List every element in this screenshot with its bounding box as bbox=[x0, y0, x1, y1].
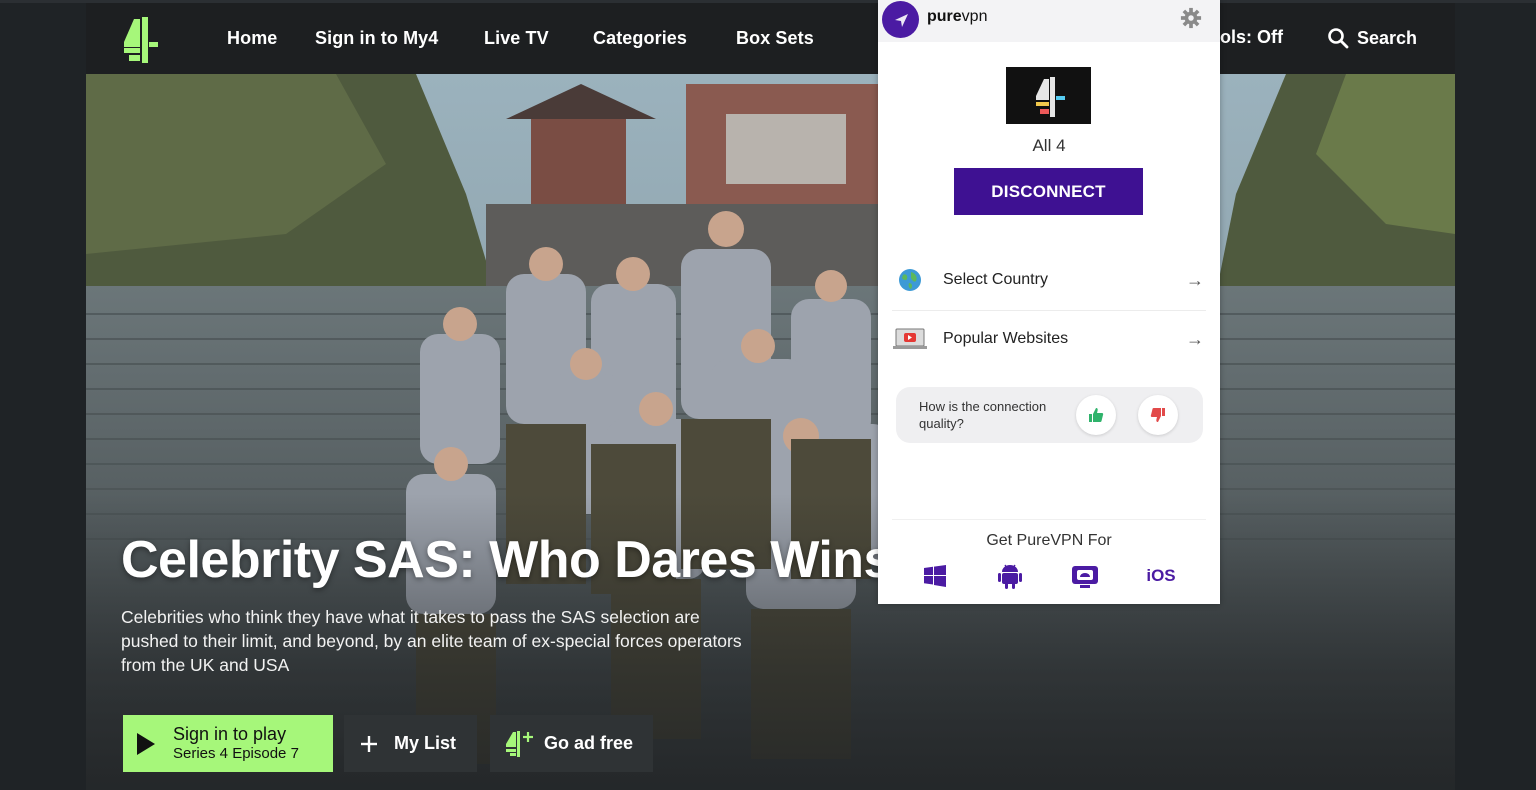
disconnect-button[interactable]: DISCONNECT bbox=[954, 168, 1143, 215]
channel4-plus-icon bbox=[506, 730, 533, 757]
windows-download-button[interactable] bbox=[923, 562, 947, 590]
nav-home[interactable]: Home bbox=[227, 28, 277, 49]
episode-label: Series 4 Episode 7 bbox=[173, 744, 299, 762]
quality-question: How is the connection quality? bbox=[919, 399, 1047, 431]
arrow-right-icon: → bbox=[1186, 269, 1204, 290]
android-icon bbox=[998, 564, 1022, 589]
purevpn-header: purevpn bbox=[878, 0, 1220, 42]
divider bbox=[892, 519, 1206, 520]
channel4-logo[interactable] bbox=[120, 17, 160, 63]
go-ad-free-label: Go ad free bbox=[544, 733, 634, 753]
search-button[interactable]: Search bbox=[1327, 27, 1417, 49]
globe-icon bbox=[899, 269, 921, 291]
thumbs-up-icon bbox=[1089, 408, 1104, 422]
purevpn-logo-icon bbox=[882, 1, 919, 38]
subtitles-controls-partial[interactable]: ols: Off bbox=[1220, 27, 1283, 48]
sign-in-to-play-button[interactable]: Sign in to play Series 4 Episode 7 bbox=[123, 715, 333, 772]
select-country-row[interactable]: Select Country → bbox=[892, 252, 1206, 308]
channel4-site: Home Sign in to My4 Live TV Categories B… bbox=[86, 3, 1455, 790]
ios-download-button[interactable]: iOS bbox=[1144, 562, 1178, 590]
purevpn-popup: purevpn All 4 DISCONNECT Select Country … bbox=[878, 0, 1220, 604]
purevpn-brand: purevpn bbox=[927, 8, 988, 25]
play-icon bbox=[137, 732, 155, 755]
my-list-button[interactable]: My List bbox=[344, 715, 477, 772]
go-ad-free-button[interactable]: Go ad free bbox=[490, 715, 653, 772]
nav-sign-in[interactable]: Sign in to My4 bbox=[315, 28, 438, 49]
connection-quality-box: How is the connection quality? bbox=[896, 387, 1203, 443]
nav-categories[interactable]: Categories bbox=[593, 28, 687, 49]
nav-box-sets[interactable]: Box Sets bbox=[736, 28, 814, 49]
android-download-button[interactable] bbox=[997, 562, 1023, 590]
windows-icon bbox=[924, 565, 946, 587]
my-list-label: My List bbox=[394, 733, 457, 753]
hero-description: Celebrities who think they have what it … bbox=[121, 607, 742, 675]
arrow-right-icon: → bbox=[1186, 328, 1204, 349]
connected-site-name: All 4 bbox=[1032, 136, 1066, 155]
thumbs-up-button[interactable] bbox=[1076, 395, 1116, 435]
popular-websites-row[interactable]: Popular Websites → bbox=[892, 311, 1206, 367]
hero-title: Celebrity SAS: Who Dares Wins bbox=[121, 531, 892, 589]
popular-websites-label: Popular Websites bbox=[943, 330, 1069, 347]
gear-icon[interactable] bbox=[1180, 7, 1202, 29]
plus-icon bbox=[361, 735, 377, 752]
hero-banner: Celebrity SAS: Who Dares Wins Celebritie… bbox=[86, 74, 1455, 790]
search-icon bbox=[1328, 28, 1349, 49]
select-country-label: Select Country bbox=[943, 271, 1048, 288]
android-tv-download-button[interactable] bbox=[1071, 562, 1099, 590]
nav-live-tv[interactable]: Live TV bbox=[484, 28, 549, 49]
video-screen-icon bbox=[893, 328, 927, 349]
play-label: Sign in to play bbox=[173, 723, 287, 744]
get-purevpn-label: Get PureVPN For bbox=[986, 532, 1112, 549]
tv-icon bbox=[1072, 566, 1098, 588]
search-label: Search bbox=[1357, 27, 1418, 48]
thumbs-down-button[interactable] bbox=[1138, 395, 1178, 435]
thumbs-down-icon bbox=[1150, 408, 1165, 422]
all4-site-logo bbox=[1006, 67, 1091, 124]
